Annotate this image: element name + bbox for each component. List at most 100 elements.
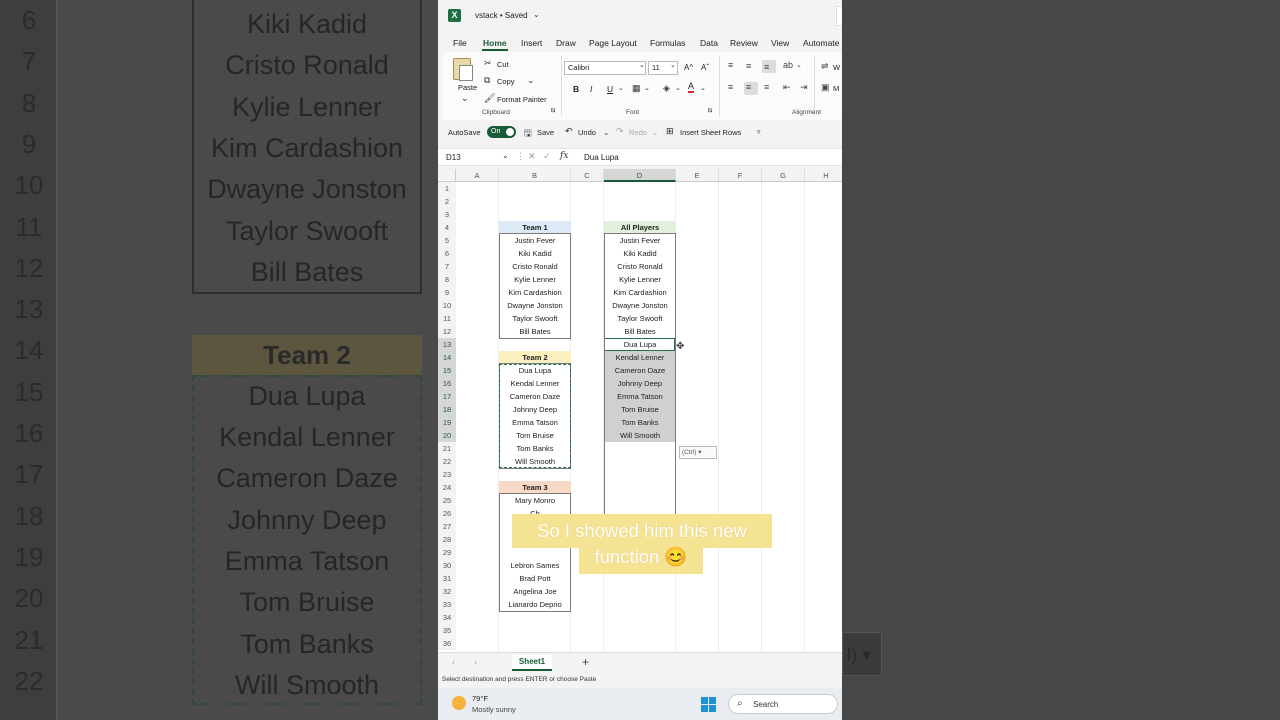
increase-font-button[interactable]: A^: [684, 63, 693, 72]
merge-icon[interactable]: ▣: [821, 82, 830, 93]
tab-file[interactable]: File: [453, 38, 467, 48]
all-players-cell[interactable]: Tom Bruise: [604, 403, 676, 416]
document-title[interactable]: vstack • Saved: [475, 11, 528, 20]
column-header-a[interactable]: A: [456, 169, 499, 182]
team3-cell[interactable]: Lianardo Deprio: [499, 598, 571, 611]
row-header[interactable]: 32: [438, 585, 456, 598]
underline-chevron-icon[interactable]: ⌄: [618, 84, 624, 92]
font-size-chevron-icon[interactable]: ⌄: [670, 61, 676, 69]
tab-home[interactable]: Home: [483, 38, 507, 48]
row-header[interactable]: 34: [438, 611, 456, 624]
undo-chevron-icon[interactable]: ⌄: [603, 128, 609, 137]
sheet-next-icon[interactable]: ›: [474, 657, 477, 667]
scissors-icon[interactable]: ✂: [484, 58, 492, 69]
team1-header[interactable]: Team 1: [499, 221, 571, 234]
row-header[interactable]: 2: [438, 195, 456, 208]
row-header[interactable]: 13: [438, 338, 456, 351]
all-players-cell[interactable]: Cameron Daze: [604, 364, 676, 377]
chevron-down-icon[interactable]: ⌄: [533, 10, 540, 19]
row-header[interactable]: 22: [438, 455, 456, 468]
team3-header[interactable]: Team 3: [499, 481, 571, 494]
copy-icon[interactable]: ⧉: [484, 75, 490, 86]
row-header[interactable]: 15: [438, 364, 456, 377]
save-button[interactable]: Save: [537, 128, 554, 137]
tab-review[interactable]: Review: [730, 38, 758, 48]
name-box[interactable]: D13: [442, 151, 510, 165]
cut-button[interactable]: Cut: [497, 60, 509, 69]
row-header[interactable]: 6: [438, 247, 456, 260]
weather-description[interactable]: Mostly sunny: [472, 705, 516, 714]
taskbar-search[interactable]: ⌕ Search: [728, 694, 838, 714]
tab-automate[interactable]: Automate: [803, 38, 839, 48]
italic-button[interactable]: I: [590, 84, 592, 94]
tab-formulas[interactable]: Formulas: [650, 38, 685, 48]
tab-page-layout[interactable]: Page Layout: [589, 38, 637, 48]
row-header[interactable]: 9: [438, 286, 456, 299]
all-players-cell[interactable]: Kendal Lenner: [604, 351, 676, 364]
wrap-text-button[interactable]: W: [833, 63, 840, 72]
row-header[interactable]: 23: [438, 468, 456, 481]
all-players-cell[interactable]: Kylie Lenner: [604, 273, 676, 286]
tab-data[interactable]: Data: [700, 38, 718, 48]
row-header[interactable]: 26: [438, 507, 456, 520]
team1-cell[interactable]: Cristo Ronald: [499, 260, 571, 273]
add-sheet-button[interactable]: +: [582, 655, 589, 669]
insert-function-icon[interactable]: fx: [560, 151, 568, 161]
borders-icon[interactable]: ▦: [632, 83, 641, 94]
font-name-chevron-icon[interactable]: ⌄: [639, 61, 645, 69]
column-header-e[interactable]: E: [676, 169, 719, 182]
row-header[interactable]: 11: [438, 312, 456, 325]
align-center-icon[interactable]: ≡: [746, 82, 751, 92]
insert-rows-icon[interactable]: ⊞: [666, 126, 674, 137]
spreadsheet-grid[interactable]: A B C D E F G H 1 2 3 4 5 6 7 8 9 10 11 12 13 14 15 16 17 18 19 20 2…: [438, 169, 842, 652]
column-header-g[interactable]: G: [762, 169, 805, 182]
align-left-icon[interactable]: ≡: [728, 82, 733, 92]
column-header-h[interactable]: H: [805, 169, 842, 182]
temperature[interactable]: 79°F: [472, 694, 488, 703]
all-players-cell[interactable]: Emma Tatson: [604, 390, 676, 403]
column-header-b[interactable]: B: [499, 169, 571, 182]
decrease-font-button[interactable]: Aˇ: [701, 63, 709, 72]
decrease-indent-icon[interactable]: ⇤: [783, 82, 791, 93]
select-all-corner[interactable]: [438, 169, 456, 182]
orientation-icon[interactable]: ab: [783, 60, 793, 70]
align-middle-icon[interactable]: ≡: [746, 61, 751, 71]
bold-button[interactable]: B: [573, 84, 579, 94]
underline-button[interactable]: U: [607, 84, 613, 94]
paste-chevron-icon[interactable]: ⌄: [461, 93, 469, 104]
row-header[interactable]: 20: [438, 429, 456, 442]
team1-cell[interactable]: Bill Bates: [499, 325, 571, 338]
row-header[interactable]: 1: [438, 182, 456, 195]
redo-chevron-icon[interactable]: ⌄: [652, 128, 658, 137]
format-painter-button[interactable]: Format Painter: [497, 95, 547, 104]
team1-cell[interactable]: Justin Fever: [499, 234, 571, 247]
sheet-prev-icon[interactable]: ‹: [452, 657, 455, 667]
row-header[interactable]: 19: [438, 416, 456, 429]
name-box-chevron-icon[interactable]: ⌄: [502, 151, 509, 160]
formula-input[interactable]: Dua Lupa: [584, 153, 619, 162]
paste-options-button[interactable]: (Ctrl) ▾: [679, 446, 717, 459]
all-players-cell[interactable]: Kim Cardashion: [604, 286, 676, 299]
autosave-toggle[interactable]: On: [487, 126, 516, 138]
undo-button[interactable]: Undo: [578, 128, 596, 137]
all-players-cell[interactable]: Dwayne Jonston: [604, 299, 676, 312]
column-header-f[interactable]: F: [719, 169, 762, 182]
row-header[interactable]: 31: [438, 572, 456, 585]
all-players-cell[interactable]: Johnny Deep: [604, 377, 676, 390]
customize-toolbar-icon[interactable]: ▿: [757, 128, 761, 136]
row-header[interactable]: 3: [438, 208, 456, 221]
all-players-cell[interactable]: Dua Lupa: [604, 338, 676, 351]
team3-cell[interactable]: Angelina Joe: [499, 585, 571, 598]
redo-icon[interactable]: ↷: [616, 126, 624, 137]
fill-chevron-icon[interactable]: ⌄: [675, 84, 681, 92]
column-header-c[interactable]: C: [571, 169, 604, 182]
row-header[interactable]: 7: [438, 260, 456, 273]
undo-icon[interactable]: ↶: [565, 126, 573, 137]
row-header[interactable]: 30: [438, 559, 456, 572]
redo-button[interactable]: Redo: [629, 128, 647, 137]
windows-start-icon[interactable]: [701, 697, 716, 712]
row-header[interactable]: 25: [438, 494, 456, 507]
borders-chevron-icon[interactable]: ⌄: [644, 84, 650, 92]
row-header[interactable]: 5: [438, 234, 456, 247]
insert-sheet-rows-button[interactable]: Insert Sheet Rows: [680, 128, 741, 137]
